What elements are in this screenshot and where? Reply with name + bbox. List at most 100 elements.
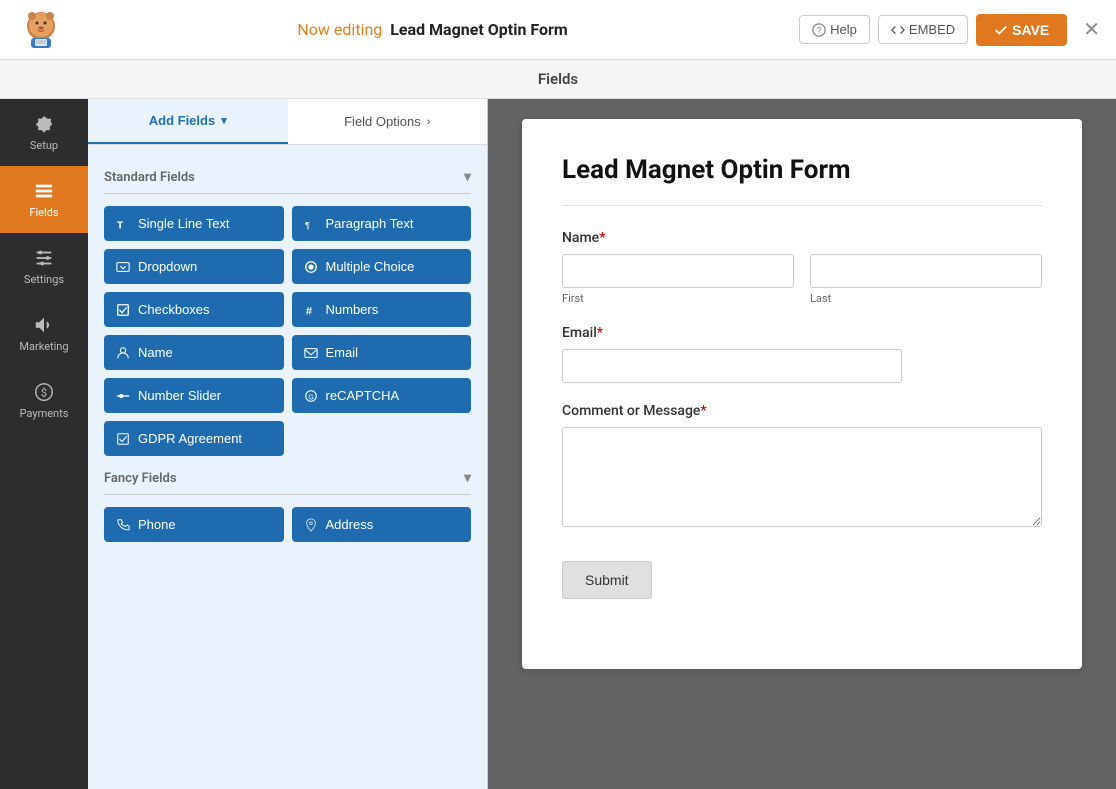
field-btn-dropdown[interactable]: Dropdown [104, 249, 284, 284]
sidebar-item-settings[interactable]: Settings [0, 233, 88, 300]
embed-label: EMBED [909, 22, 955, 37]
form-field-email: Email* [562, 325, 1042, 383]
svg-text:T: T [117, 219, 124, 231]
form-label-email: Email* [562, 325, 1042, 341]
sidebar-item-fields[interactable]: Fields [0, 166, 88, 233]
form-label-name: Name* [562, 230, 1042, 246]
number-slider-label: Number Slider [138, 388, 221, 403]
sidebar-label-marketing: Marketing [19, 340, 68, 353]
email-input[interactable] [562, 349, 902, 383]
field-btn-numbers[interactable]: # Numbers [292, 292, 472, 327]
phone-label: Phone [138, 517, 176, 532]
field-btn-multiple-choice[interactable]: Multiple Choice [292, 249, 472, 284]
form-name-label: Lead Magnet Optin Form [390, 20, 568, 39]
field-btn-number-slider[interactable]: Number Slider [104, 378, 284, 413]
message-textarea[interactable] [562, 427, 1042, 527]
standard-fields-grid: T Single Line Text ¶ Paragraph Text Drop… [104, 206, 471, 456]
tab-add-fields[interactable]: Add Fields ▾ [88, 99, 288, 144]
field-btn-checkboxes[interactable]: Checkboxes [104, 292, 284, 327]
fancy-fields-section: Fancy Fields ▾ [104, 470, 471, 486]
fancy-fields-grid: Phone Address [104, 507, 471, 542]
name-label: Name [138, 345, 173, 360]
form-preview-area: Lead Magnet Optin Form Name* First Last [488, 99, 1116, 789]
add-fields-chevron-icon: ▾ [221, 114, 227, 127]
megaphone-icon [33, 314, 55, 336]
svg-text:G: G [308, 394, 313, 401]
check-square-icon [116, 432, 130, 446]
embed-button[interactable]: EMBED [878, 15, 968, 44]
save-button[interactable]: SAVE [976, 14, 1067, 46]
field-btn-single-line-text[interactable]: T Single Line Text [104, 206, 284, 241]
fields-section-label: Fields [538, 70, 578, 88]
sidebar-item-marketing[interactable]: Marketing [0, 300, 88, 367]
standard-fields-collapse-icon[interactable]: ▾ [464, 169, 471, 185]
brand-logo-icon [19, 8, 63, 52]
last-name-sub-label: Last [810, 292, 1042, 305]
logo [16, 5, 66, 55]
gear-icon [33, 113, 55, 135]
now-editing-label: Now editing [297, 20, 382, 39]
last-name-input[interactable] [810, 254, 1042, 288]
field-options-tab-label: Field Options [344, 114, 421, 129]
save-checkmark-icon [994, 23, 1008, 37]
fields-content: Standard Fields ▾ T Single Line Text ¶ P… [88, 145, 487, 789]
name-inputs-group: First Last [562, 254, 1042, 305]
svg-text:¶: ¶ [304, 220, 309, 231]
add-fields-tab-label: Add Fields [149, 113, 215, 128]
fields-icon [33, 180, 55, 202]
first-name-input[interactable] [562, 254, 794, 288]
field-options-chevron-icon: › [427, 116, 431, 128]
field-btn-recaptcha[interactable]: G reCAPTCHA [292, 378, 472, 413]
first-name-group: First [562, 254, 794, 305]
standard-fields-divider [104, 193, 471, 194]
email-label: Email [326, 345, 359, 360]
person-icon [116, 346, 130, 360]
paragraph-text-label: Paragraph Text [326, 216, 414, 231]
gdpr-label: GDPR Agreement [138, 431, 242, 446]
svg-text:?: ? [817, 25, 822, 35]
tab-field-options[interactable]: Field Options › [288, 99, 488, 144]
envelope-icon [304, 346, 318, 360]
form-label-message: Comment or Message* [562, 403, 1042, 419]
help-icon: ? [812, 23, 826, 37]
field-btn-gdpr[interactable]: GDPR Agreement [104, 421, 284, 456]
form-field-name: Name* First Last [562, 230, 1042, 305]
message-required-asterisk: * [700, 403, 706, 419]
close-button[interactable]: ✕ [1083, 17, 1100, 42]
sidebar-item-payments[interactable]: $ Payments [0, 367, 88, 434]
svg-text:#: # [305, 305, 312, 317]
help-button[interactable]: ? Help [799, 15, 870, 44]
field-btn-address[interactable]: Address [292, 507, 472, 542]
email-required-asterisk: * [597, 325, 603, 341]
embed-icon [891, 23, 905, 37]
numbers-label: Numbers [326, 302, 379, 317]
first-name-sub-label: First [562, 292, 794, 305]
dropdown-icon [116, 260, 130, 274]
fancy-fields-collapse-icon[interactable]: ▾ [464, 470, 471, 486]
help-label: Help [830, 22, 857, 37]
field-btn-paragraph-text[interactable]: ¶ Paragraph Text [292, 206, 472, 241]
standard-fields-section: Standard Fields ▾ [104, 169, 471, 185]
sidebar-nav: Setup Fields Settings Marketing $ Paymen… [0, 99, 88, 789]
form-field-message: Comment or Message* [562, 403, 1042, 531]
sidebar-item-setup[interactable]: Setup [0, 99, 88, 166]
form-divider [562, 205, 1042, 206]
submit-button[interactable]: Submit [562, 561, 652, 599]
paragraph-icon: ¶ [304, 217, 318, 231]
save-label: SAVE [1012, 22, 1049, 38]
single-line-text-label: Single Line Text [138, 216, 230, 231]
field-btn-email[interactable]: Email [292, 335, 472, 370]
dropdown-label: Dropdown [138, 259, 197, 274]
dollar-icon: $ [33, 381, 55, 403]
sidebar-label-payments: Payments [20, 407, 69, 420]
field-btn-phone[interactable]: Phone [104, 507, 284, 542]
recaptcha-label: reCAPTCHA [326, 388, 400, 403]
fields-panel: Add Fields ▾ Field Options › Standard Fi… [88, 99, 488, 789]
multiple-choice-label: Multiple Choice [326, 259, 415, 274]
checkbox-icon [116, 303, 130, 317]
submit-label: Submit [585, 572, 629, 588]
svg-text:$: $ [41, 387, 47, 400]
field-btn-name[interactable]: Name [104, 335, 284, 370]
fields-label-bar: Fields [0, 60, 1116, 99]
radio-icon [304, 260, 318, 274]
